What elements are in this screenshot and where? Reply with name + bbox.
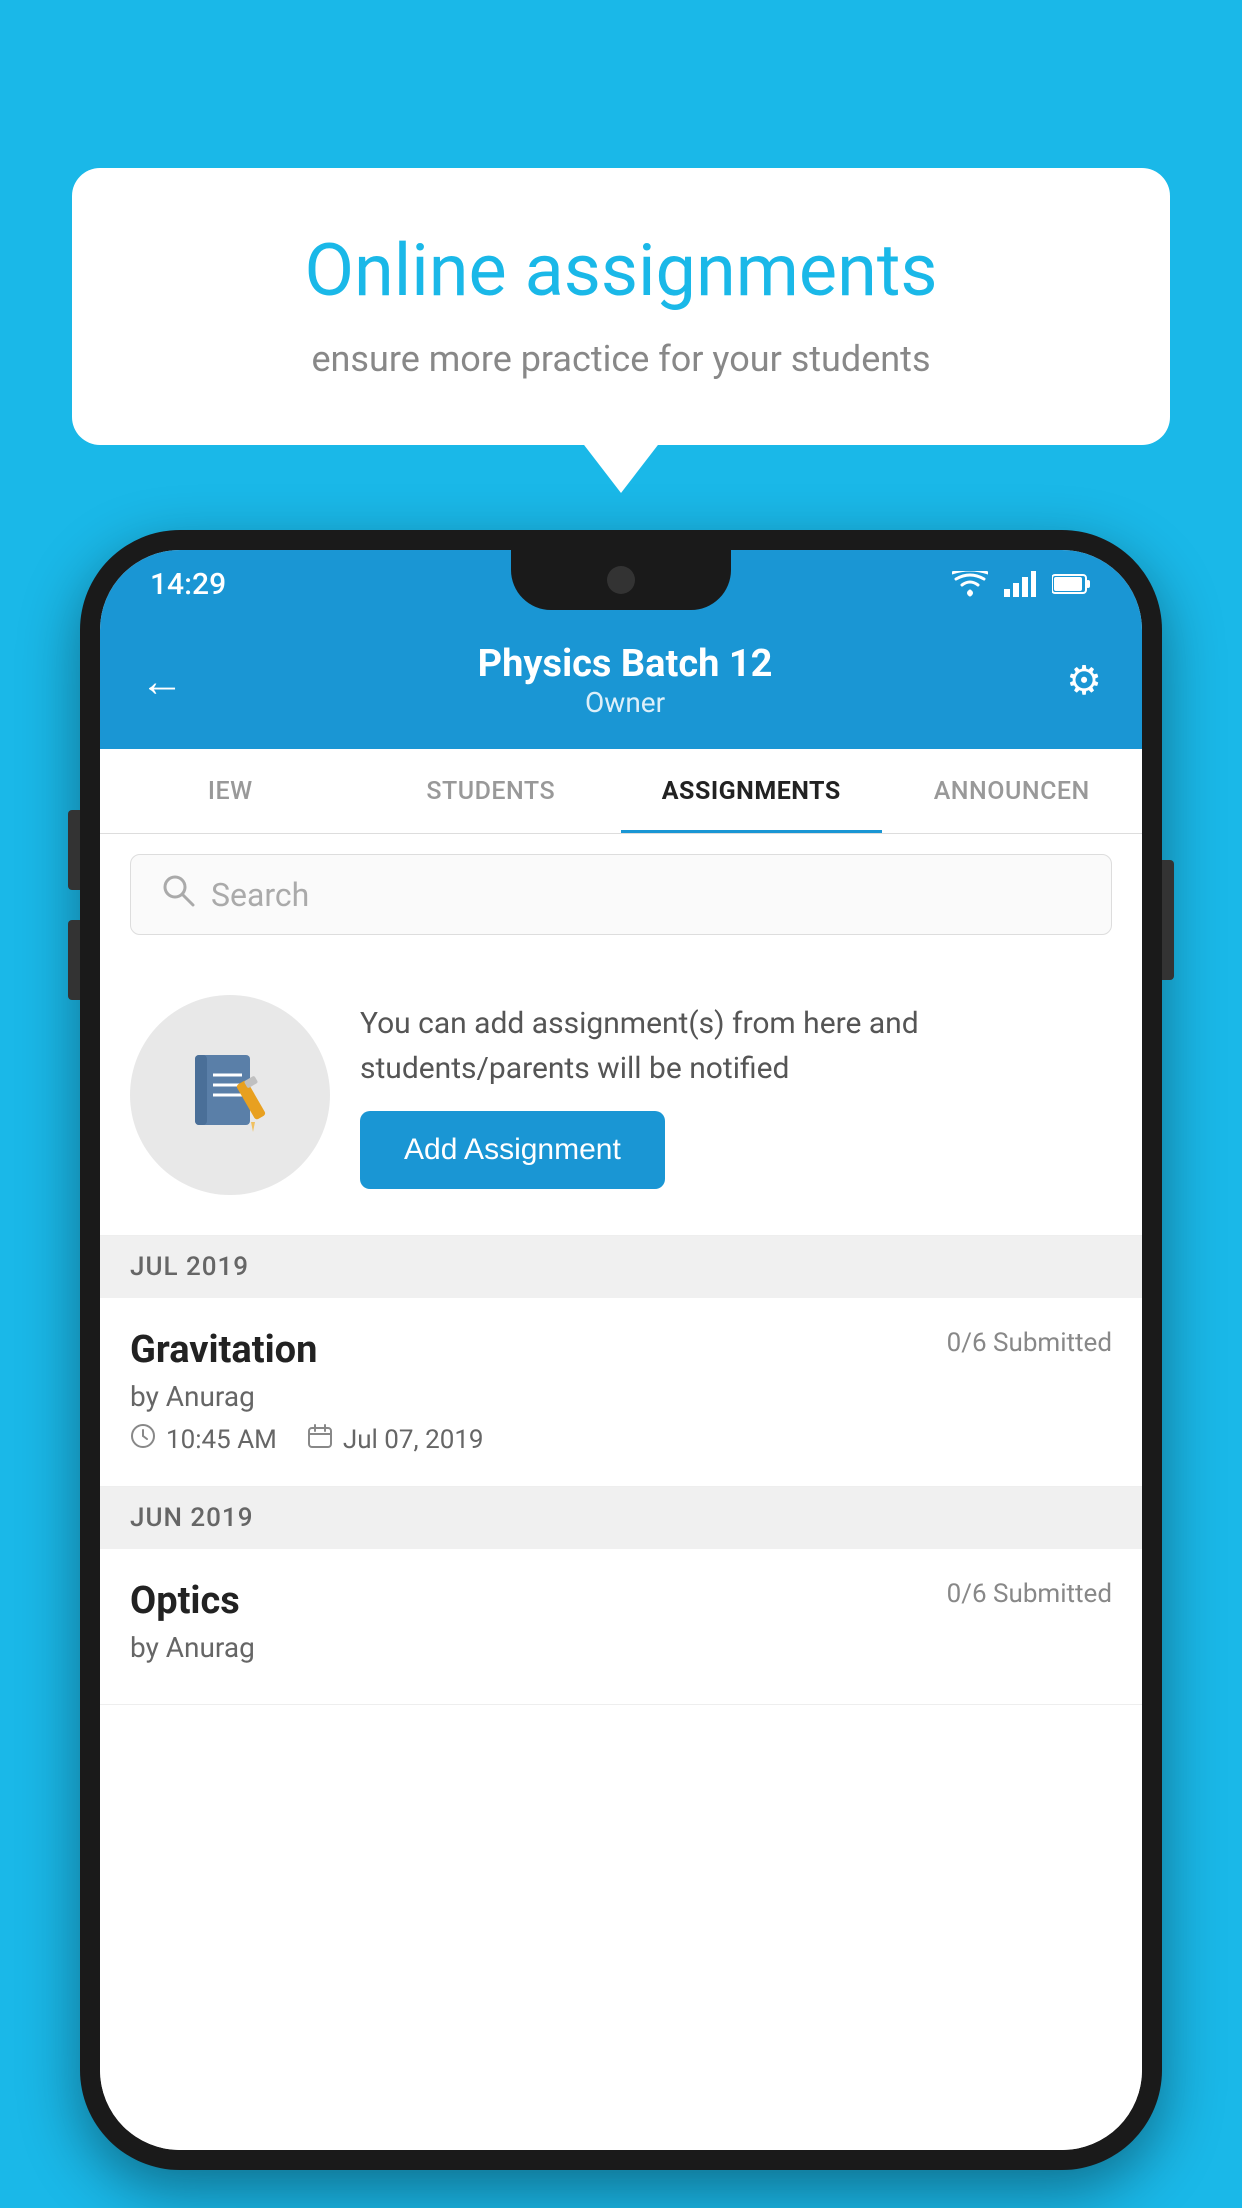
assignment-date-gravitation: Jul 07, 2019 xyxy=(343,1425,484,1455)
search-container: Search xyxy=(100,834,1142,955)
tab-iew[interactable]: IEW xyxy=(100,749,361,833)
meta-time-gravitation: 10:45 AM xyxy=(130,1423,277,1456)
app-header: ← Physics Batch 12 Owner ⚙ xyxy=(100,618,1142,749)
phone-screen: 14:29 xyxy=(100,550,1142,2150)
status-icons xyxy=(952,571,1092,597)
tab-students[interactable]: STUDENTS xyxy=(361,749,622,833)
search-bar[interactable]: Search xyxy=(130,854,1112,935)
signal-icon xyxy=(1004,571,1036,597)
promo-title: Online assignments xyxy=(142,228,1100,314)
assignment-promo-description: You can add assignment(s) from here and … xyxy=(360,1001,1112,1091)
power-button xyxy=(1162,860,1174,980)
wifi-icon xyxy=(952,571,988,597)
tab-assignments[interactable]: ASSIGNMENTS xyxy=(621,749,882,833)
phone-frame: 14:29 xyxy=(80,530,1162,2170)
phone-notch xyxy=(511,550,731,610)
content-area: Search xyxy=(100,834,1142,2150)
assignment-row-top-optics: Optics 0/6 Submitted xyxy=(130,1579,1112,1623)
assignment-icon-circle xyxy=(130,995,330,1195)
assignment-author-gravitation: by Anurag xyxy=(130,1380,1112,1413)
header-center: Physics Batch 12 Owner xyxy=(184,642,1066,719)
volume-up-button xyxy=(68,810,80,890)
assignment-promo-text: You can add assignment(s) from here and … xyxy=(360,1001,1112,1189)
assignment-item-gravitation[interactable]: Gravitation 0/6 Submitted by Anurag xyxy=(100,1298,1142,1487)
assignment-name-gravitation: Gravitation xyxy=(130,1328,317,1372)
section-header-jul: JUL 2019 xyxy=(100,1236,1142,1298)
submitted-badge-gravitation: 0/6 Submitted xyxy=(947,1328,1112,1358)
front-camera xyxy=(607,566,635,594)
section-header-jun: JUN 2019 xyxy=(100,1487,1142,1549)
notebook-icon xyxy=(185,1050,275,1140)
assignment-meta-gravitation: 10:45 AM Jul 07, 201 xyxy=(130,1423,1112,1456)
assignment-item-optics[interactable]: Optics 0/6 Submitted by Anurag xyxy=(100,1549,1142,1705)
header-title: Physics Batch 12 xyxy=(184,642,1066,686)
clock-icon xyxy=(130,1423,156,1456)
search-icon xyxy=(161,873,195,916)
submitted-badge-optics: 0/6 Submitted xyxy=(947,1579,1112,1609)
assignment-name-optics: Optics xyxy=(130,1579,240,1623)
calendar-icon xyxy=(307,1423,333,1456)
settings-icon[interactable]: ⚙ xyxy=(1066,657,1102,704)
tabs-bar: IEW STUDENTS ASSIGNMENTS ANNOUNCEN xyxy=(100,749,1142,834)
meta-date-gravitation: Jul 07, 2019 xyxy=(307,1423,484,1456)
status-time: 14:29 xyxy=(150,567,226,602)
tab-announcements[interactable]: ANNOUNCEN xyxy=(882,749,1143,833)
assignment-author-optics: by Anurag xyxy=(130,1631,1112,1664)
assignment-row-top: Gravitation 0/6 Submitted xyxy=(130,1328,1112,1372)
volume-down-button xyxy=(68,920,80,1000)
back-button[interactable]: ← xyxy=(140,655,184,707)
assignment-time-gravitation: 10:45 AM xyxy=(166,1425,277,1455)
battery-icon xyxy=(1052,573,1092,595)
add-assignment-promo: You can add assignment(s) from here and … xyxy=(100,955,1142,1236)
promo-card: Online assignments ensure more practice … xyxy=(72,168,1170,445)
search-placeholder: Search xyxy=(211,876,309,914)
add-assignment-button[interactable]: Add Assignment xyxy=(360,1111,665,1189)
promo-subtitle: ensure more practice for your students xyxy=(142,338,1100,380)
phone-wrapper: 14:29 xyxy=(80,530,1162,2208)
header-subtitle: Owner xyxy=(184,686,1066,719)
